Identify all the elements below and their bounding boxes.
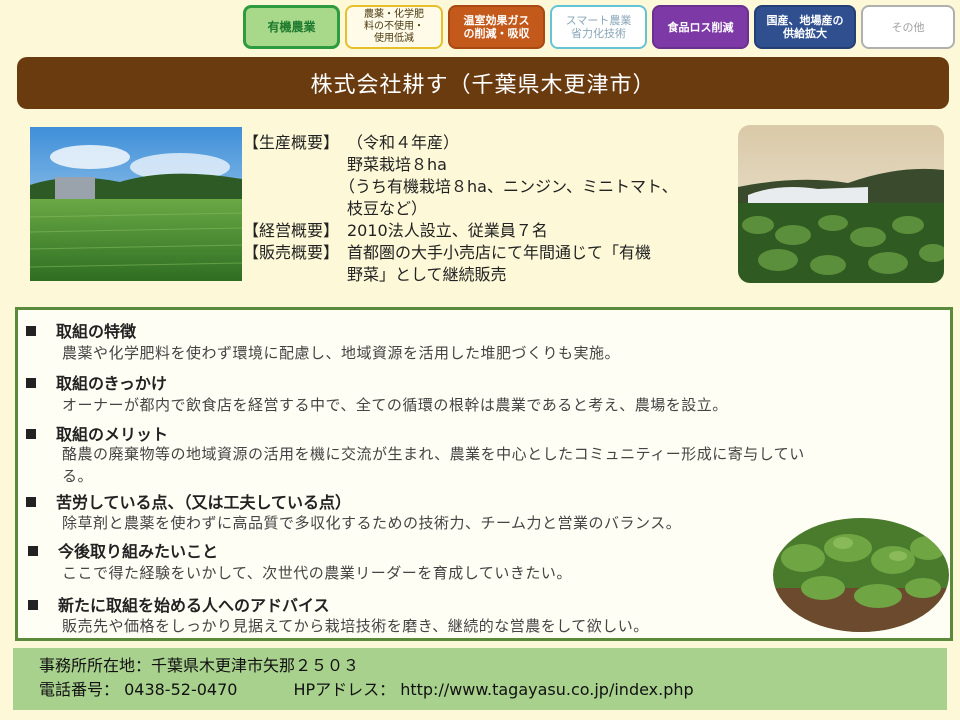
tag-other: その他 (861, 5, 955, 49)
tag-food-loss: 食品ロス削減 (652, 5, 749, 49)
section-heading-future: 今後取り組みたいこと (28, 538, 218, 562)
phone-number: 電話番号： 0438-52-0470 (39, 680, 238, 699)
bullet-square-icon (26, 497, 36, 507)
field-photo-left (30, 127, 242, 281)
section-text-features: 農薬や化学肥料を使わず環境に配慮し、地域資源を活用した堆肥づくりも実施。 (62, 344, 621, 362)
section-heading-advice: 新たに取組を始める人へのアドバイス (28, 592, 330, 616)
homepage-url[interactable]: HPアドレス： http://www.tagayasu.co.jp/index.… (293, 680, 693, 699)
page-title: 株式会社耕す（千葉県木更津市） (17, 57, 949, 109)
management-label: 【経営概要】 (243, 221, 340, 240)
production-crops-cont: 枝豆など） (347, 199, 428, 218)
management-value: 2010法人設立、従業員７名 (347, 221, 548, 240)
sales-value-cont: 野菜」として継続販売 (347, 265, 507, 284)
bullet-square-icon (26, 378, 36, 388)
tag-local-supply: 国産、地場産の 供給拡大 (754, 5, 856, 49)
production-crops: （うち有機栽培８ha、ニンジン、ミニトマト、 (339, 177, 678, 196)
sales-value: 首都圏の大手小売店にて年間通じて「有機 (347, 243, 652, 262)
section-heading-features: 取組の特徴 (26, 318, 136, 342)
section-text-future: ここで得た経験をいかして、次世代の農業リーダーを育成していきたい。 (62, 564, 572, 582)
section-heading-motivation: 取組のきっかけ (26, 370, 167, 394)
bullet-square-icon (26, 429, 36, 439)
section-text-challenges: 除草剤と農薬を使わずに高品質で多収化するための技術力、チーム力と営業のバランス。 (62, 514, 682, 532)
tag-smart-agriculture: スマート農業 省力化技術 (550, 5, 647, 49)
bullet-square-icon (28, 546, 38, 556)
office-address: 事務所所在地：千葉県木更津市矢那２５０３ (39, 656, 360, 675)
production-area: 野菜栽培８ha (347, 155, 447, 174)
section-text-motivation: オーナーが都内で飲食店を経営する中で、全ての循環の根幹は農業であると考え、農場を… (62, 396, 728, 414)
production-year: （令和４年産） (347, 133, 460, 152)
section-text-benefits-cont: る。 (62, 467, 94, 485)
tag-organic: 有機農業 (243, 5, 340, 49)
section-text-advice: 販売先や価格をしっかり見据えてから栽培技術を磨き、継続的な営農をして欲しい。 (62, 617, 649, 635)
crop-photo-oval (773, 518, 949, 632)
tag-pesticide-reduction: 農薬・化学肥 料の不使用・ 使用低減 (345, 5, 443, 49)
overview-block: 【生産概要】 （令和４年産） 野菜栽培８ha （うち有機栽培８ha、ニンジン、ミ… (243, 132, 733, 286)
tag-ghg-reduction: 温室効果ガス の削減・吸収 (448, 5, 545, 49)
section-heading-benefits: 取組のメリット (26, 421, 168, 445)
field-photo-right (738, 125, 944, 283)
bullet-square-icon (26, 326, 36, 336)
production-label: 【生産概要】 (243, 133, 340, 152)
bullet-square-icon (28, 600, 38, 610)
contact-footer: 事務所所在地：千葉県木更津市矢那２５０３ 電話番号： 0438-52-0470 H… (13, 648, 947, 710)
section-heading-challenges: 苦労している点、（又は工夫している点） (26, 489, 351, 513)
sales-label: 【販売概要】 (243, 243, 340, 262)
section-text-benefits: 酪農の廃棄物等の地域資源の活用を機に交流が生まれ、農業を中心としたコミュニティー… (62, 445, 805, 463)
